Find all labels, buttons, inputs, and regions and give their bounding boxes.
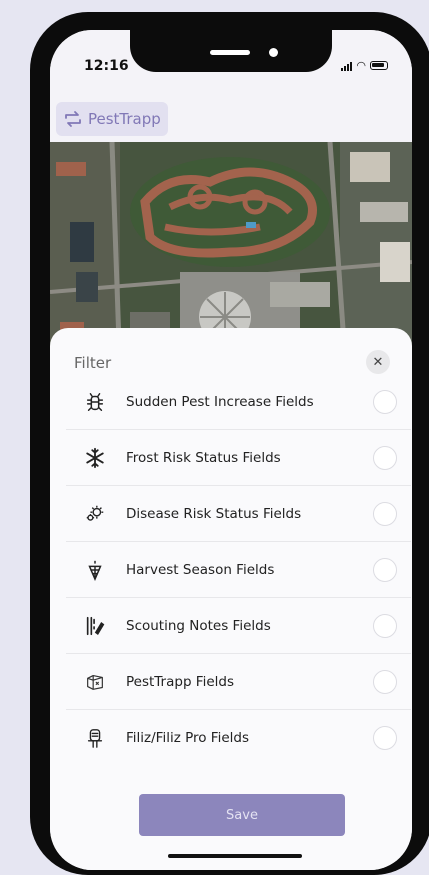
radio-button[interactable]: [373, 390, 397, 414]
filter-list: Sudden Pest Increase Fields Frost Risk S…: [66, 374, 411, 765]
status-icons: ◠: [341, 59, 388, 72]
radio-button[interactable]: [373, 558, 397, 582]
wifi-icon: ◠: [356, 59, 366, 72]
filter-option-harvest-season[interactable]: Harvest Season Fields: [66, 542, 411, 598]
radio-button[interactable]: [373, 726, 397, 750]
refresh-arrows-icon: [65, 111, 81, 127]
filter-option-scouting-notes[interactable]: Scouting Notes Fields: [66, 598, 411, 654]
bug-icon: [80, 391, 110, 413]
filter-option-label: Harvest Season Fields: [126, 561, 275, 578]
snowflake-icon: [80, 447, 110, 469]
app-logo-button[interactable]: PestTrapp: [56, 102, 168, 136]
app-name: PestTrapp: [88, 110, 161, 128]
filter-option-pesttrapp[interactable]: PestTrapp Fields: [66, 654, 411, 710]
app-screen: 12:16 ◠ PestTrapp Filter ✕ Sudden Pest I…: [50, 30, 412, 870]
status-time: 12:16: [84, 58, 129, 74]
radio-button[interactable]: [373, 670, 397, 694]
filter-title: Filter: [74, 354, 112, 372]
filter-option-label: Disease Risk Status Fields: [126, 505, 302, 522]
close-icon: ✕: [372, 354, 384, 370]
save-button[interactable]: Save: [139, 794, 345, 836]
filter-option-label: Sudden Pest Increase Fields: [126, 393, 314, 410]
filter-option-label: Scouting Notes Fields: [126, 617, 271, 634]
filter-option-label: PestTrapp Fields: [126, 673, 234, 690]
notch-speaker: [210, 50, 250, 55]
radio-button[interactable]: [373, 502, 397, 526]
virus-icon: [80, 503, 110, 525]
filter-sheet: Filter ✕ Sudden Pest Increase Fields Fro…: [50, 328, 412, 870]
phone-frame: 12:16 ◠ PestTrapp Filter ✕ Sudden Pest I…: [30, 12, 429, 875]
radio-button[interactable]: [373, 614, 397, 638]
filter-option-frost-risk[interactable]: Frost Risk Status Fields: [66, 430, 411, 486]
notch-camera: [269, 48, 278, 57]
filter-option-label: Frost Risk Status Fields: [126, 449, 281, 466]
top-bar: PestTrapp: [50, 86, 412, 142]
status-bar: 12:16 ◠: [50, 30, 412, 86]
sensor-icon: [80, 727, 110, 749]
filter-option-filiz[interactable]: Filiz/Filiz Pro Fields: [66, 710, 411, 765]
notes-pen-icon: [80, 615, 110, 637]
battery-icon: [370, 61, 388, 70]
filter-option-disease-risk[interactable]: Disease Risk Status Fields: [66, 486, 411, 542]
home-indicator: [168, 854, 302, 858]
signal-icon: [341, 61, 353, 71]
radio-button[interactable]: [373, 446, 397, 470]
filter-option-label: Filiz/Filiz Pro Fields: [126, 729, 249, 746]
grapes-icon: [80, 559, 110, 581]
close-button[interactable]: ✕: [366, 350, 390, 374]
trap-icon: [80, 671, 110, 693]
filter-option-sudden-pest[interactable]: Sudden Pest Increase Fields: [66, 374, 411, 430]
